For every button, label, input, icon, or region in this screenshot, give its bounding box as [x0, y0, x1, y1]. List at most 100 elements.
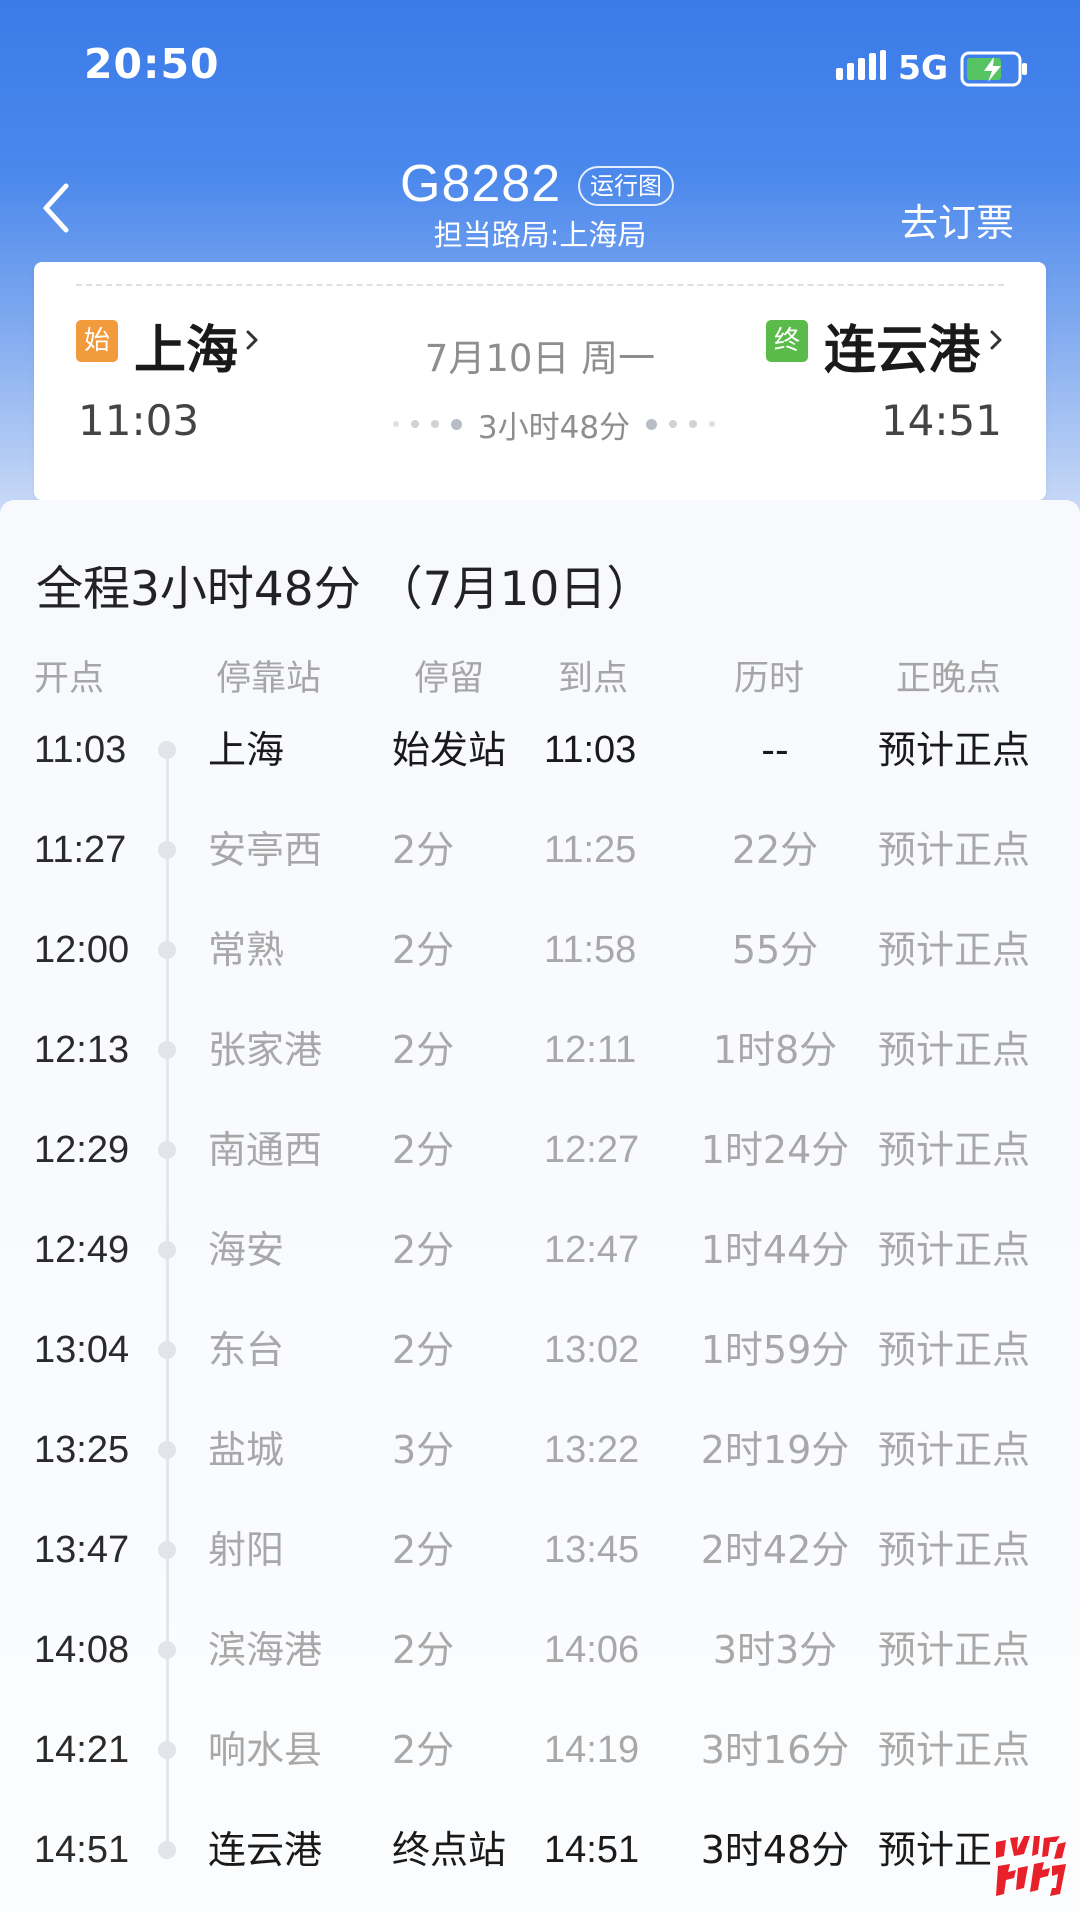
row-punctuality: 预计正点	[878, 1728, 1031, 1772]
row-arrive: 12:11	[544, 1029, 637, 1071]
timeline-dot	[158, 1341, 176, 1359]
diagram-link[interactable]: 运行图	[578, 166, 674, 206]
table-row[interactable]: 14:51 连云港 终点站 14:51 3时48分 预计正	[0, 1810, 1080, 1890]
row-arrive: 11:03	[544, 729, 637, 771]
dot	[689, 420, 698, 428]
table-row[interactable]: 12:49 海安 2分 12:47 1时44分 预计正点	[0, 1210, 1080, 1290]
row-punctuality: 预计正点	[878, 728, 1031, 772]
watermark-logo	[996, 1836, 1066, 1896]
timeline-dot	[158, 1541, 176, 1559]
row-depart: 12:49	[34, 1229, 130, 1271]
header-punctuality: 正晚点	[896, 659, 1002, 699]
duration-text: 3小时48分	[477, 409, 631, 446]
dot	[709, 421, 716, 427]
row-elapsed: 3时48分	[700, 1828, 850, 1872]
row-arrive: 11:58	[544, 929, 637, 971]
row-elapsed: 1时24分	[700, 1128, 850, 1172]
timeline-dot	[158, 741, 176, 759]
timeline-dot	[158, 1441, 176, 1459]
row-stop: 终点站	[392, 1828, 507, 1872]
row-stop: 2分	[392, 1728, 455, 1772]
row-stop: 始发站	[392, 728, 507, 772]
table-row[interactable]: 11:03 上海 始发站 11:03 -- 预计正点	[0, 710, 1080, 790]
row-station: 上海	[208, 728, 285, 772]
row-station: 滨海港	[208, 1628, 323, 1672]
row-stop: 2分	[392, 1228, 455, 1272]
row-station: 连云港	[208, 1828, 323, 1872]
network-label: 5G	[898, 48, 949, 87]
dot	[410, 420, 419, 428]
table-row[interactable]: 12:29 南通西 2分 12:27 1时24分 预计正点	[0, 1110, 1080, 1190]
row-stop: 2分	[392, 1328, 455, 1372]
table-row[interactable]: 14:08 滨海港 2分 14:06 3时3分 预计正点	[0, 1610, 1080, 1690]
row-punctuality: 预计正点	[878, 1628, 1031, 1672]
table-row[interactable]: 13:04 东台 2分 13:02 1时59分 预计正点	[0, 1310, 1080, 1390]
book-ticket-link[interactable]: 去订票	[900, 192, 1014, 247]
signal-icon	[836, 50, 886, 80]
row-punctuality: 预计正点	[878, 1428, 1031, 1472]
timeline-dot	[158, 1741, 176, 1759]
row-arrive: 12:47	[544, 1229, 640, 1271]
header-stop: 停留	[414, 659, 485, 699]
row-depart: 12:00	[34, 929, 130, 971]
battery-charging-icon	[960, 51, 1027, 87]
row-depart: 11:27	[34, 829, 127, 871]
row-depart: 12:29	[34, 1129, 130, 1171]
card-divider	[76, 284, 1004, 286]
row-elapsed: --	[761, 728, 789, 772]
row-station: 射阳	[208, 1528, 285, 1572]
end-badge: 终	[766, 320, 808, 362]
status-bar: 20:50 5G	[0, 0, 1080, 130]
row-elapsed: 3时16分	[700, 1728, 850, 1772]
row-depart: 12:13	[34, 1029, 130, 1071]
row-stop: 2分	[392, 1628, 455, 1672]
row-station: 盐城	[208, 1428, 285, 1472]
row-depart: 13:25	[34, 1429, 130, 1471]
duration-indicator: 3小时48分	[354, 402, 754, 446]
row-punctuality: 预计正点	[878, 1028, 1031, 1072]
row-arrive: 14:19	[544, 1729, 640, 1771]
row-arrive: 13:22	[544, 1429, 640, 1471]
row-stop: 2分	[392, 1028, 455, 1072]
header-station: 停靠站	[216, 659, 322, 699]
row-station: 安亭西	[208, 828, 323, 872]
table-row[interactable]: 13:47 射阳 2分 13:45 2时42分 预计正点	[0, 1510, 1080, 1590]
dot	[430, 420, 439, 428]
row-elapsed: 1时8分	[712, 1028, 838, 1072]
row-punctuality: 预计正点	[878, 828, 1031, 872]
table-row[interactable]: 12:13 张家港 2分 12:11 1时8分 预计正点	[0, 1010, 1080, 1090]
table-row[interactable]: 14:21 响水县 2分 14:19 3时16分 预计正点	[0, 1710, 1080, 1790]
table-row[interactable]: 13:25 盐城 3分 13:22 2时19分 预计正点	[0, 1410, 1080, 1490]
row-station: 响水县	[208, 1728, 323, 1772]
row-arrive: 14:06	[544, 1629, 640, 1671]
row-elapsed: 1时59分	[700, 1328, 850, 1372]
dot	[669, 420, 678, 428]
row-arrive: 14:51	[544, 1829, 640, 1871]
row-stop: 2分	[392, 1128, 455, 1172]
arrive-time: 14:51	[880, 396, 1002, 445]
dot	[646, 418, 658, 430]
chevron-right-icon[interactable]	[988, 326, 1004, 354]
row-elapsed: 22分	[731, 828, 819, 872]
timeline-dot	[158, 1641, 176, 1659]
row-station: 海安	[208, 1228, 285, 1272]
row-depart: 14:08	[34, 1629, 130, 1671]
row-depart: 14:51	[34, 1829, 130, 1871]
table-row[interactable]: 11:27 安亭西 2分 11:25 22分 预计正点	[0, 810, 1080, 890]
timeline-dot	[158, 1041, 176, 1059]
row-punctuality: 预计正点	[878, 1328, 1031, 1372]
row-elapsed: 2时42分	[700, 1528, 850, 1572]
table-row[interactable]: 12:00 常熟 2分 11:58 55分 预计正点	[0, 910, 1080, 990]
row-arrive: 13:45	[544, 1529, 640, 1571]
row-punctuality: 预计正点	[878, 928, 1031, 972]
row-elapsed: 3时3分	[712, 1628, 838, 1672]
row-station: 东台	[208, 1328, 285, 1372]
train-number: G8282	[400, 155, 562, 213]
to-station[interactable]: 连云港	[824, 308, 980, 383]
dot	[450, 418, 462, 430]
row-arrive: 11:25	[544, 829, 637, 871]
row-station: 南通西	[208, 1128, 323, 1172]
schedule-title: 全程3小时48分 （7月10日）	[36, 562, 654, 617]
row-stop: 2分	[392, 828, 455, 872]
row-depart: 13:04	[34, 1329, 130, 1371]
